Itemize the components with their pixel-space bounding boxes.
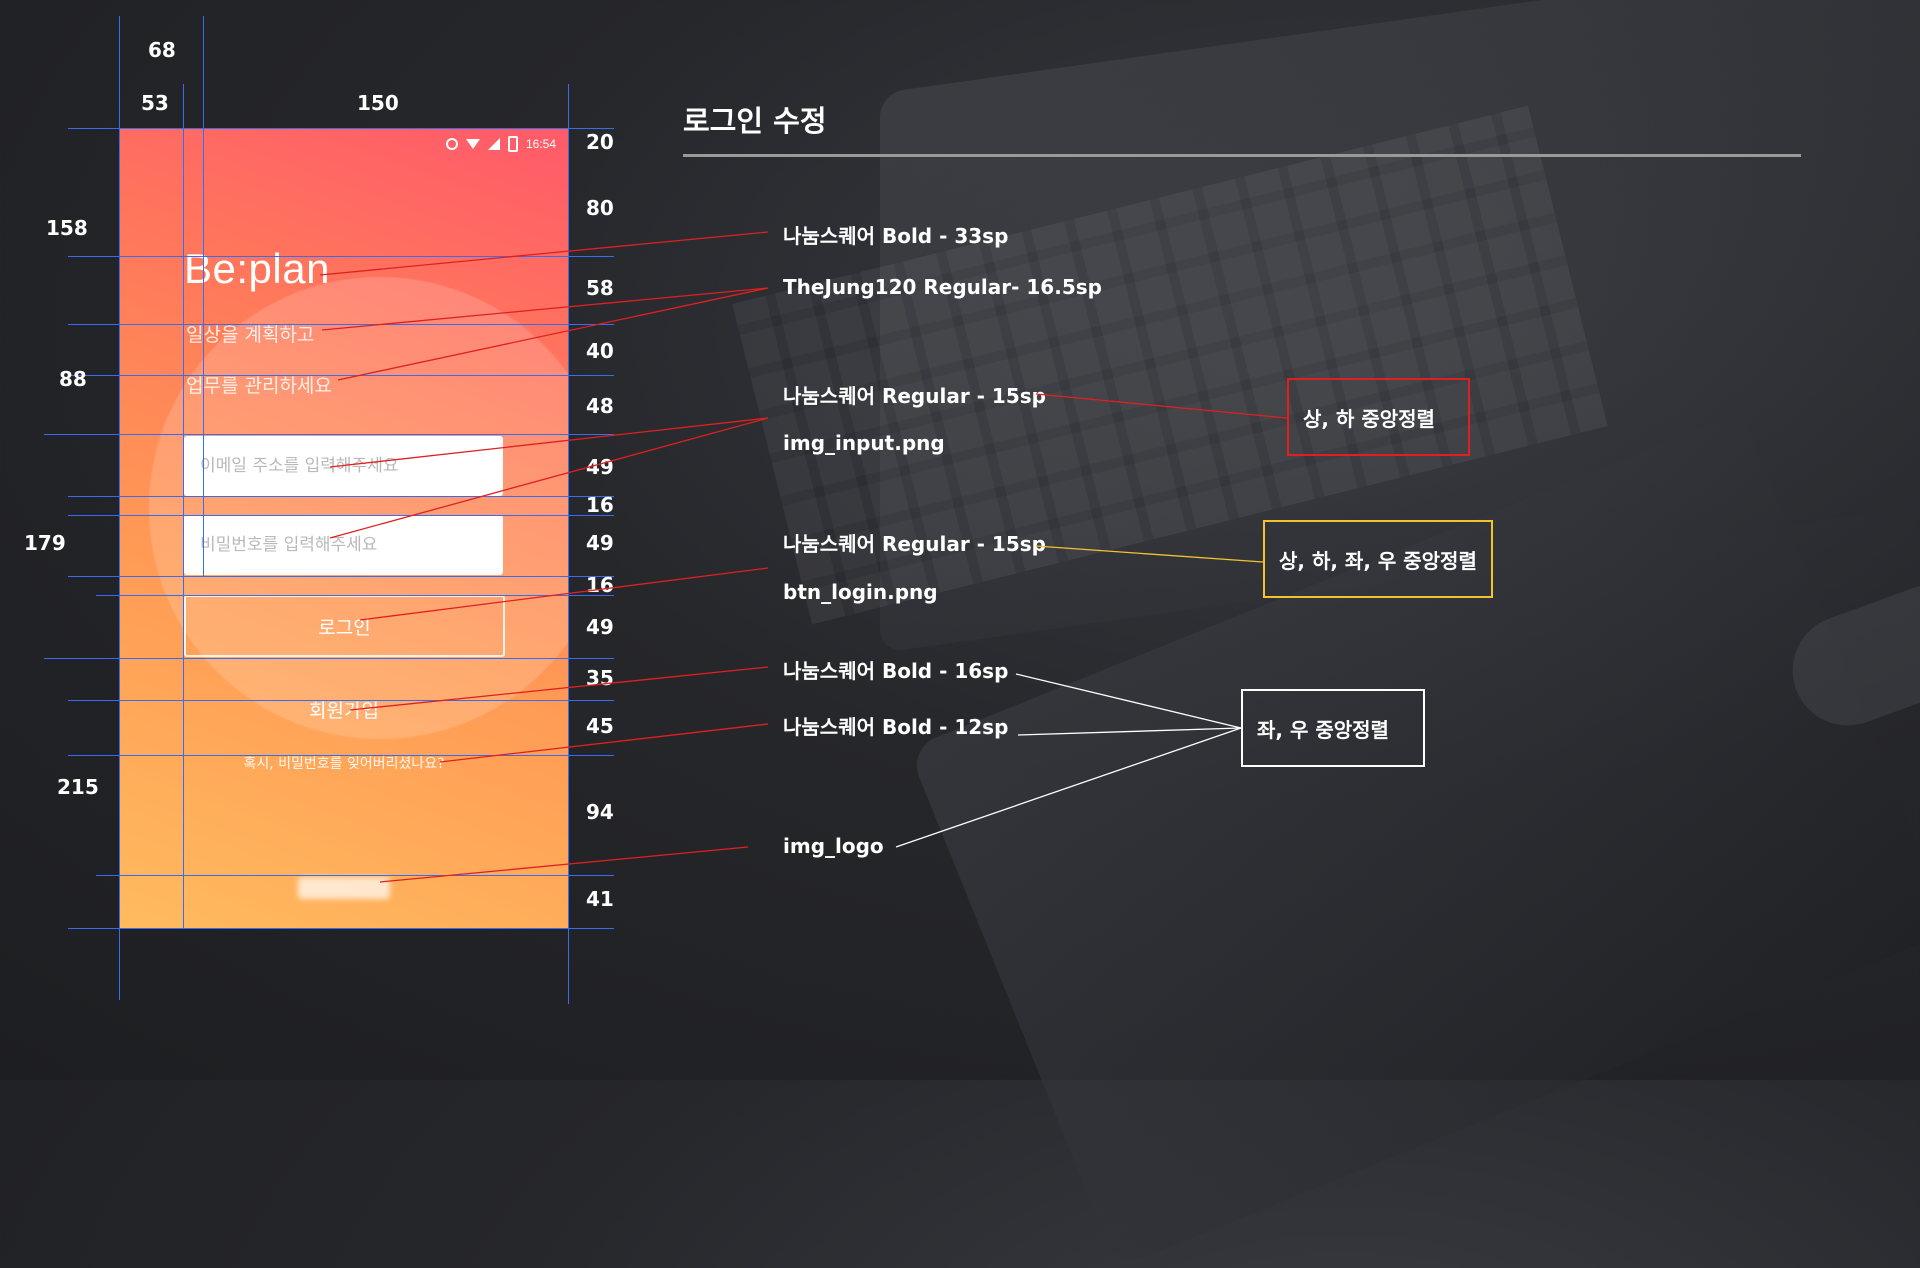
leader-line-horizontal-1 <box>1015 673 1242 729</box>
leader-line-signup <box>349 666 769 711</box>
annotation-lines <box>319 231 1288 883</box>
leader-line-vertical-box <box>1035 393 1288 419</box>
leader-line-login <box>359 567 769 621</box>
leader-line-tagline-2 <box>337 287 769 381</box>
leader-line-horizontal-3 <box>895 727 1242 848</box>
leader-line-horizontal-2 <box>1017 727 1242 736</box>
leader-line-tagline-1 <box>321 287 769 331</box>
leader-line-password <box>329 417 769 539</box>
leader-line-logo <box>379 846 749 883</box>
leader-line-center-box <box>1035 545 1264 563</box>
leader-line-forgot <box>439 723 769 763</box>
leader-line-email <box>329 417 769 468</box>
leader-line-title <box>319 231 769 276</box>
